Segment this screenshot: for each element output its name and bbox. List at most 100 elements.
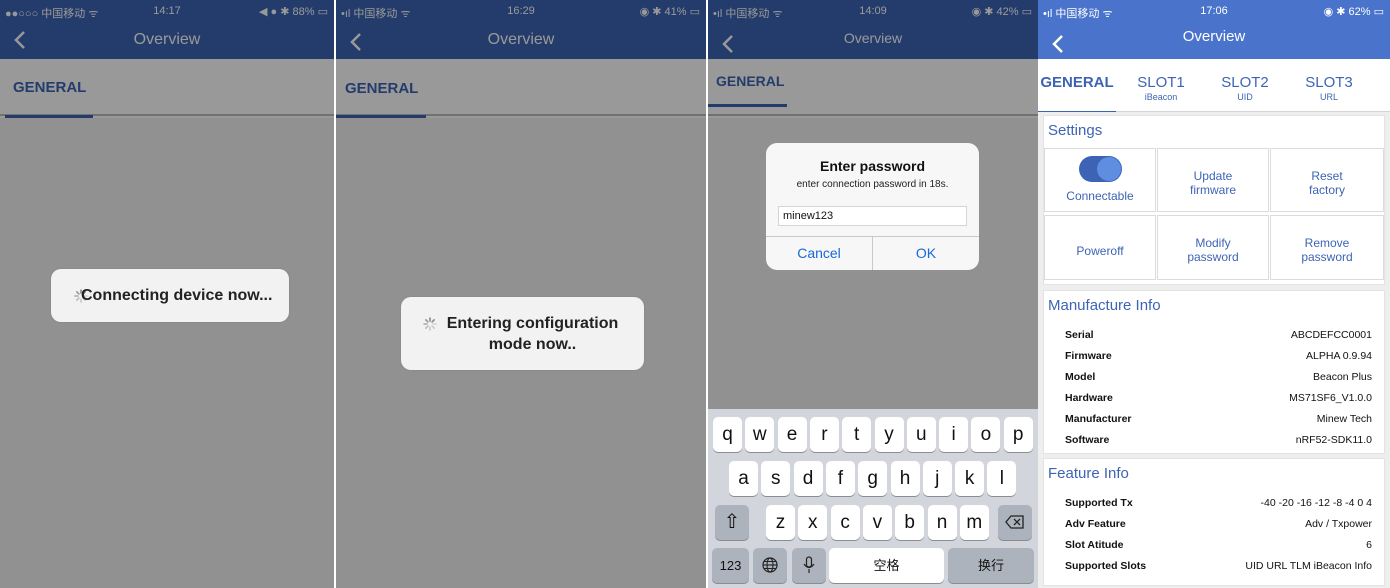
info-value: Minew Tech xyxy=(1316,413,1372,425)
keyboard: qwertyuiop asdfghjkl zxcvbnm ⇧ 123 空格 换行 xyxy=(708,409,1038,588)
info-key: Model xyxy=(1065,371,1096,383)
key-v[interactable]: v xyxy=(862,505,892,540)
nav-bar: Overview xyxy=(708,22,1038,59)
globe-icon xyxy=(762,557,778,573)
page-title: Overview xyxy=(843,30,903,46)
password-input[interactable]: minew123 xyxy=(778,206,967,226)
tab-bar: GENERAL SLOT1 iBeacon SLOT2 UID SLOT3 UR… xyxy=(1038,59,1390,114)
info-value: 6 xyxy=(1366,539,1372,551)
tab-general[interactable]: GENERAL xyxy=(336,59,426,118)
loading-hud: Connecting device now... xyxy=(51,269,289,322)
page-title: Overview xyxy=(133,31,201,48)
key-m[interactable]: m xyxy=(959,505,989,540)
key-z[interactable]: z xyxy=(766,505,795,540)
key-l[interactable]: l xyxy=(987,461,1017,496)
key-x[interactable]: x xyxy=(798,505,828,540)
info-key: Firmware xyxy=(1065,350,1112,362)
status-bar: ●●○○○ 中国移动 ᯤ 14:17 ◀ ● ✱ 88% ▭ xyxy=(0,0,334,22)
return-key[interactable]: 换行 xyxy=(948,548,1034,583)
remove-password-button[interactable]: Remove password xyxy=(1270,215,1384,280)
screen-password: •ıl 中国移动 ᯤ 14:09 ◉ ✱ 42% ▭ Overview GENE… xyxy=(708,0,1038,588)
key-s[interactable]: s xyxy=(761,461,791,496)
key-y[interactable]: y xyxy=(874,417,904,452)
password-dialog: Enter password enter connection password… xyxy=(766,143,979,270)
key-n[interactable]: n xyxy=(927,505,957,540)
settings-title: Settings xyxy=(1048,122,1103,139)
info-value: ALPHA 0.9.94 xyxy=(1306,350,1372,362)
info-key: Supported Tx xyxy=(1065,497,1133,509)
key-k[interactable]: k xyxy=(955,461,985,496)
info-key: Hardware xyxy=(1065,392,1113,404)
key-t[interactable]: t xyxy=(842,417,872,452)
info-row: Model Beacon Plus xyxy=(1065,369,1372,387)
key-r[interactable]: r xyxy=(809,417,839,452)
key-d[interactable]: d xyxy=(793,461,823,496)
cancel-button[interactable]: Cancel xyxy=(766,237,872,270)
numbers-key[interactable]: 123 xyxy=(712,548,749,583)
ok-button[interactable]: OK xyxy=(873,237,979,270)
hud-message: Connecting device now... xyxy=(81,287,273,304)
key-h[interactable]: h xyxy=(890,461,920,496)
info-row: Firmware ALPHA 0.9.94 xyxy=(1065,348,1372,366)
screen-overview: •ıl 中国移动 ᯤ 17:06 ◉ ✱ 62% ▭ Overview GENE… xyxy=(1038,0,1390,588)
key-q[interactable]: q xyxy=(713,417,742,452)
connectable-toggle[interactable] xyxy=(1079,156,1122,182)
key-j[interactable]: j xyxy=(922,461,952,496)
tab-bar: GENERAL xyxy=(0,59,334,118)
key-a[interactable]: a xyxy=(729,461,758,496)
info-value: ABCDEFCC0001 xyxy=(1290,329,1372,341)
info-value: MS71SF6_V1.0.0 xyxy=(1289,392,1372,404)
tab-general[interactable]: GENERAL xyxy=(1038,59,1116,114)
tab-slot3[interactable]: SLOT3 URL xyxy=(1297,59,1361,114)
backspace-icon xyxy=(1005,515,1024,529)
info-key: Adv Feature xyxy=(1065,518,1126,530)
status-bar: •ıl 中国移动 ᯤ 14:09 ◉ ✱ 42% ▭ xyxy=(708,0,1038,22)
key-u[interactable]: u xyxy=(906,417,936,452)
key-b[interactable]: b xyxy=(895,505,925,540)
info-value: nRF52-SDK11.0 xyxy=(1295,434,1372,446)
reset-factory-button[interactable]: Reset factory xyxy=(1270,148,1384,212)
key-i[interactable]: i xyxy=(939,417,969,452)
delete-key[interactable] xyxy=(998,505,1032,540)
key-o[interactable]: o xyxy=(971,417,1001,452)
info-row: Manufacturer Minew Tech xyxy=(1065,411,1372,429)
space-key[interactable]: 空格 xyxy=(829,548,944,583)
nav-bar: Overview xyxy=(1038,22,1390,59)
info-value: -40 -20 -16 -12 -8 -4 0 4 xyxy=(1260,497,1372,509)
info-row: Supported Tx -40 -20 -16 -12 -8 -4 0 4 xyxy=(1065,495,1372,513)
tab-general[interactable]: GENERAL xyxy=(708,59,787,114)
globe-key[interactable] xyxy=(753,548,787,583)
battery-status: ◀ ● ✱ 88% ▭ xyxy=(259,6,328,18)
content-area xyxy=(0,118,334,588)
info-key: Software xyxy=(1065,434,1110,446)
update-firmware-button[interactable]: Update firmware xyxy=(1157,148,1269,212)
status-bar: •ıl 中国移动 ᯤ 16:29 ◉ ✱ 41% ▭ xyxy=(336,0,706,22)
dialog-message: enter connection password in 18s. xyxy=(796,179,949,190)
shift-key[interactable]: ⇧ xyxy=(715,505,749,540)
connectable-tile[interactable]: Connectable xyxy=(1044,148,1156,212)
key-f[interactable]: f xyxy=(825,461,855,496)
modify-password-button[interactable]: Modify password xyxy=(1157,215,1269,280)
manufacture-info-title: Manufacture Info xyxy=(1048,297,1161,314)
key-w[interactable]: w xyxy=(745,417,775,452)
key-c[interactable]: c xyxy=(830,505,860,540)
info-row: Software nRF52-SDK11.0 xyxy=(1065,432,1372,450)
info-key: Serial xyxy=(1065,329,1094,341)
poweroff-button[interactable]: Poweroff xyxy=(1044,215,1156,280)
info-row: Supported Slots UID URL TLM iBeacon Info xyxy=(1065,558,1372,576)
tab-general[interactable]: GENERAL xyxy=(5,59,93,118)
nav-bar: Overview xyxy=(336,22,706,59)
tab-slot2[interactable]: SLOT2 UID xyxy=(1213,59,1277,114)
key-e[interactable]: e xyxy=(777,417,807,452)
battery-status: ◉ ✱ 41% ▭ xyxy=(639,6,700,18)
info-value: Beacon Plus xyxy=(1313,371,1372,383)
feature-info-title: Feature Info xyxy=(1048,465,1129,482)
mic-key[interactable] xyxy=(792,548,826,583)
info-row: Serial ABCDEFCC0001 xyxy=(1065,327,1372,345)
tab-slot1[interactable]: SLOT1 iBeacon xyxy=(1130,59,1192,114)
key-p[interactable]: p xyxy=(1003,417,1033,452)
page-title: Overview xyxy=(487,31,555,48)
info-key: Supported Slots xyxy=(1065,560,1147,572)
key-g[interactable]: g xyxy=(858,461,888,496)
info-key: Slot Atitude xyxy=(1065,539,1124,551)
